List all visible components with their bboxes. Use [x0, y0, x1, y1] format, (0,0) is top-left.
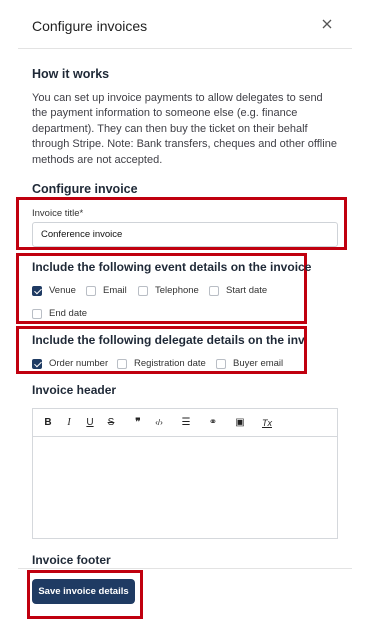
invoice-title-label: Invoice title* [32, 208, 84, 219]
invoice-header-heading: Invoice header [32, 383, 117, 397]
invoice-header-editor: B I U S ❞ ‹/› ☰ ⚭ ▣ Tx [32, 408, 338, 539]
checkbox-venue[interactable]: Venue [32, 285, 76, 296]
header-divider [18, 48, 352, 49]
checkbox-email[interactable]: Email [86, 285, 127, 296]
italic-icon[interactable]: I [63, 416, 75, 430]
checkbox-unchecked[interactable] [32, 308, 42, 319]
checkbox-label: End date [49, 308, 88, 319]
checkbox-label: Buyer email [233, 358, 284, 369]
checkbox-registration-date[interactable]: Registration date [117, 358, 206, 369]
invoice-title-input[interactable]: Conference invoice [32, 222, 338, 247]
checkbox-label: Registration date [134, 358, 206, 369]
code-icon[interactable]: ‹/› [153, 416, 165, 430]
checkbox-telephone[interactable]: Telephone [138, 285, 199, 296]
footer-divider [18, 568, 352, 569]
checkbox-label: Email [103, 285, 127, 296]
modal-title: Configure invoices [32, 18, 148, 34]
blockquote-icon[interactable]: ❞ [132, 416, 144, 430]
checkbox-unchecked[interactable] [209, 285, 219, 296]
how-it-works-text: You can set up invoice payments to allow… [32, 91, 337, 168]
checkbox-unchecked[interactable] [117, 358, 127, 369]
checkbox-label: Telephone [155, 285, 199, 296]
close-icon[interactable] [320, 17, 334, 31]
delegate-details-heading: Include the following delegate details o… [32, 333, 304, 347]
checkbox-checked[interactable] [32, 358, 42, 369]
event-details-heading: Include the following event details on t… [32, 260, 312, 274]
configure-invoice-heading: Configure invoice [32, 182, 138, 196]
underline-icon[interactable]: U [84, 416, 96, 430]
checkbox-label: Venue [49, 285, 76, 296]
checkbox-buyer-email[interactable]: Buyer email [216, 358, 283, 369]
checkbox-label: Start date [226, 285, 268, 296]
invoice-footer-heading: Invoice footer [32, 553, 111, 567]
checkbox-order-number[interactable]: Order number [32, 358, 108, 369]
how-it-works-heading: How it works [32, 67, 110, 81]
checkbox-start-date[interactable]: Start date [209, 285, 267, 296]
link-icon[interactable]: ⚭ [207, 416, 219, 430]
bold-icon[interactable]: B [42, 416, 54, 430]
editor-toolbar: B I U S ❞ ‹/› ☰ ⚭ ▣ Tx [33, 409, 337, 437]
save-invoice-button[interactable]: Save invoice details [32, 579, 135, 604]
checkbox-end-date[interactable]: End date [32, 308, 87, 319]
image-icon[interactable]: ▣ [234, 416, 246, 430]
editor-content-area[interactable] [33, 437, 337, 539]
clear-format-icon[interactable]: Tx [261, 416, 273, 430]
checkbox-unchecked[interactable] [216, 358, 226, 369]
checkbox-label: Order number [49, 358, 109, 369]
strikethrough-icon[interactable]: S [105, 416, 117, 430]
align-icon[interactable]: ☰ [180, 416, 192, 430]
invoice-title-value: Conference invoice [41, 229, 123, 240]
checkbox-unchecked[interactable] [138, 285, 148, 296]
checkbox-checked[interactable] [32, 285, 42, 296]
checkbox-unchecked[interactable] [86, 285, 96, 296]
